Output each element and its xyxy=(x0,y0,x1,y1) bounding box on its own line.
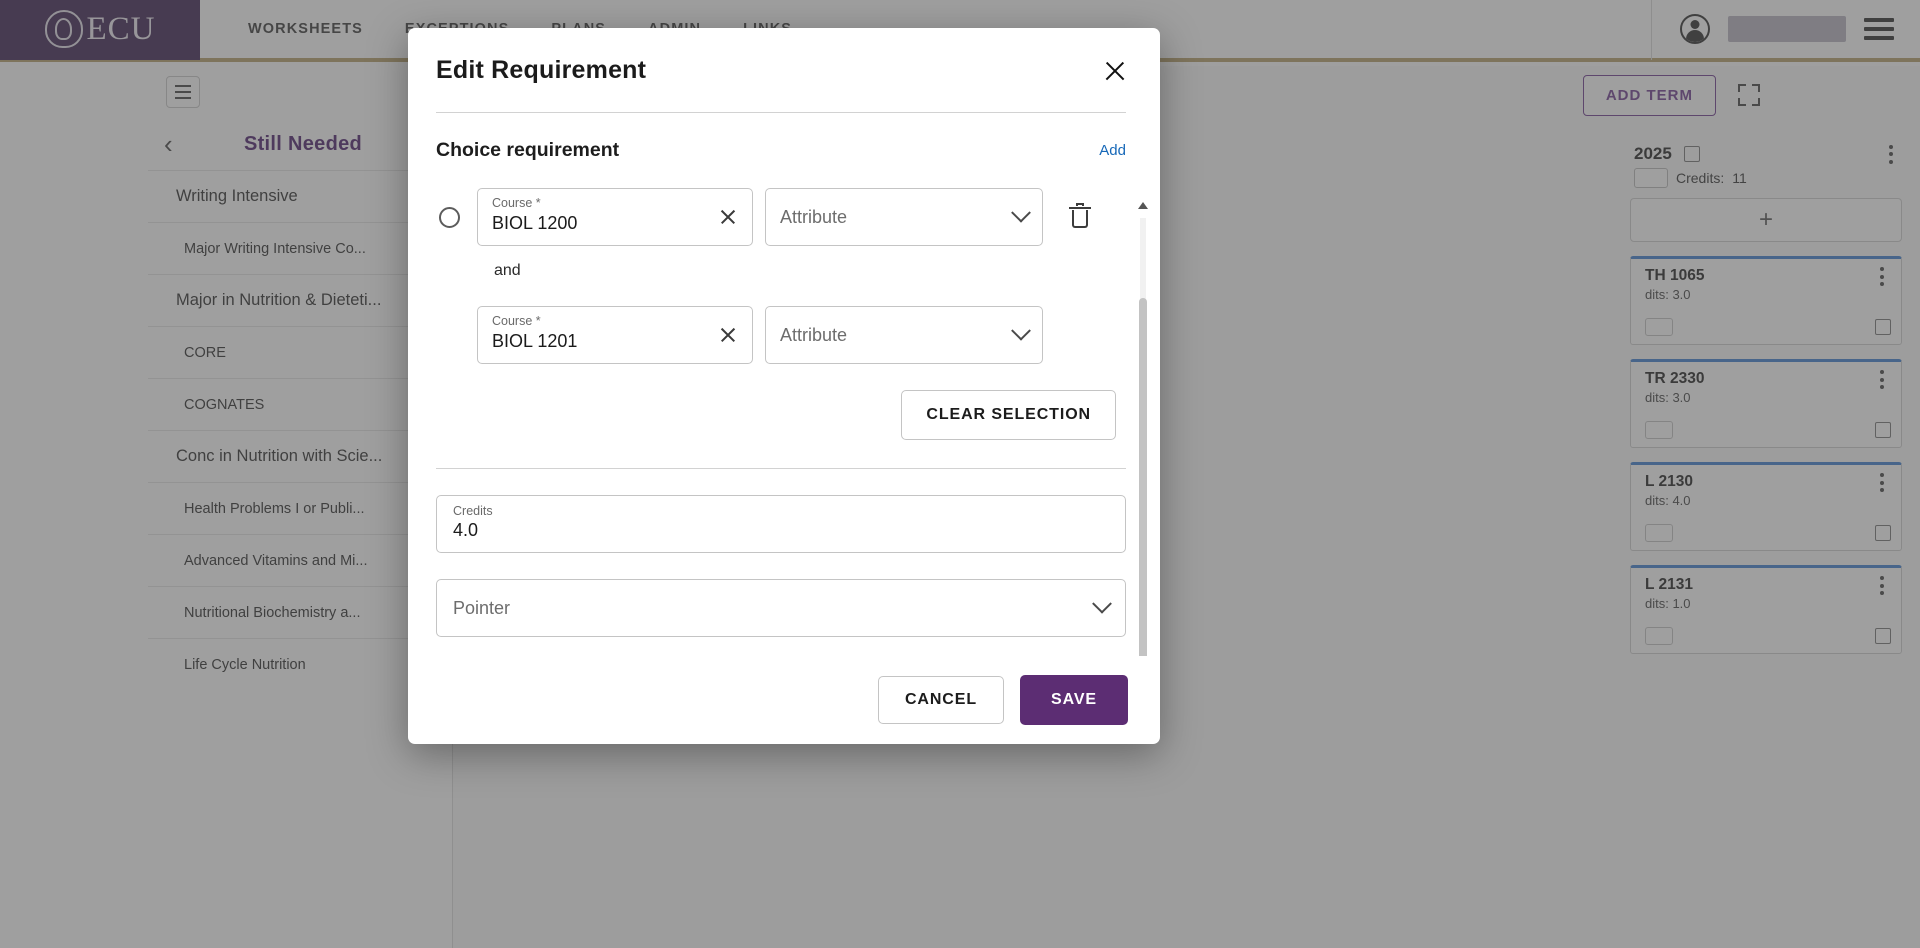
modal-title: Edit Requirement xyxy=(436,56,647,84)
modal-body: Choice requirement Add Course * BIOL 120… xyxy=(408,112,1160,656)
pointer-select[interactable]: Pointer xyxy=(436,579,1126,637)
course-input-1[interactable]: Course * BIOL 1200 xyxy=(477,188,753,246)
course-field-label: Course * xyxy=(492,196,541,210)
credits-field-value: 4.0 xyxy=(453,520,479,540)
credits-field-label: Credits xyxy=(453,504,493,518)
cancel-button[interactable]: CANCEL xyxy=(877,676,1005,724)
attribute-select-2[interactable]: Attribute xyxy=(765,306,1043,364)
course-field-value: BIOL 1200 xyxy=(492,213,578,233)
edit-requirement-dialog: Edit Requirement Choice requirement Add … xyxy=(408,28,1160,744)
section-title: Choice requirement xyxy=(436,139,620,161)
chevron-down-icon xyxy=(1092,593,1112,614)
section-divider xyxy=(436,468,1126,469)
attribute-placeholder: Attribute xyxy=(780,324,848,345)
attribute-placeholder: Attribute xyxy=(780,206,848,227)
course-input-2[interactable]: Course * BIOL 1201 xyxy=(477,306,753,364)
modal-scrollbar[interactable] xyxy=(1136,200,1150,656)
pointer-placeholder: Pointer xyxy=(453,597,511,618)
save-button[interactable]: SAVE xyxy=(1020,675,1128,725)
delete-choice-icon[interactable] xyxy=(1069,203,1091,229)
add-choice-link[interactable]: Add xyxy=(1099,142,1126,159)
course-field-label: Course * xyxy=(492,314,541,328)
clear-course-icon[interactable] xyxy=(718,325,738,345)
chevron-down-icon xyxy=(1011,320,1031,341)
choice-radio-button[interactable] xyxy=(439,206,460,228)
clear-selection-button[interactable]: CLEAR SELECTION xyxy=(901,390,1116,440)
modal-body-content: Choice requirement Add Course * BIOL 120… xyxy=(408,112,1160,656)
scroll-up-icon[interactable] xyxy=(1137,200,1149,212)
modal-footer: CANCEL SAVE xyxy=(408,656,1160,744)
modal-header: Edit Requirement xyxy=(408,28,1160,86)
clear-course-icon[interactable] xyxy=(718,207,738,227)
choice-row: Course * BIOL 1200 Attribute xyxy=(436,188,1126,246)
conjunction-label: and xyxy=(494,262,521,279)
chevron-down-icon xyxy=(1011,202,1031,223)
scrollbar-thumb[interactable] xyxy=(1139,298,1147,656)
close-icon[interactable] xyxy=(1100,56,1130,86)
top-divider xyxy=(436,112,1126,113)
credits-input[interactable]: Credits 4.0 xyxy=(436,495,1126,553)
choice-row: Course * BIOL 1201 Attribute xyxy=(477,306,1126,364)
clear-selection-row: CLEAR SELECTION xyxy=(436,390,1126,440)
attribute-select-1[interactable]: Attribute xyxy=(765,188,1043,246)
course-field-value: BIOL 1201 xyxy=(492,331,578,351)
choice-requirement-header: Choice requirement Add xyxy=(436,139,1126,162)
